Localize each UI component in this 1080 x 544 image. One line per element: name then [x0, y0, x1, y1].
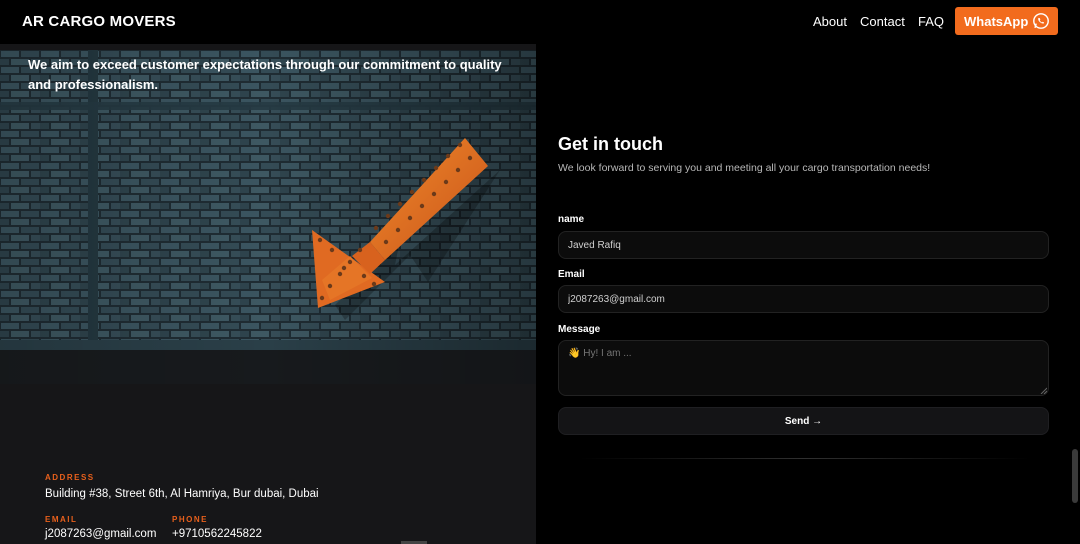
- whatsapp-button[interactable]: WhatsApp: [955, 7, 1058, 35]
- send-button[interactable]: Send →: [558, 407, 1049, 435]
- nav-about[interactable]: About: [813, 14, 847, 29]
- scrollbar[interactable]: [1072, 449, 1078, 503]
- email-field-label: Email: [558, 269, 585, 280]
- top-navbar: AR CARGO MOVERS About Contact FAQ WhatsA…: [0, 0, 1080, 44]
- nav-contact[interactable]: Contact: [860, 14, 905, 29]
- nav-faq[interactable]: FAQ: [918, 14, 944, 29]
- phone-value[interactable]: +9710562245822: [172, 528, 262, 540]
- whatsapp-icon: [1033, 13, 1049, 29]
- email-label: EMAIL: [45, 515, 78, 524]
- hero-tagline: We aim to exceed customer expectations t…: [28, 57, 502, 92]
- address-label: ADDRESS: [45, 473, 95, 482]
- name-input[interactable]: [558, 231, 1049, 259]
- email-value[interactable]: j2087263@gmail.com: [45, 528, 156, 540]
- form-subtitle: We look forward to serving you and meeti…: [558, 162, 931, 174]
- name-label: name: [558, 214, 585, 225]
- phone-label: PHONE: [172, 515, 208, 524]
- hero-image: [0, 50, 536, 384]
- message-textarea[interactable]: [558, 340, 1049, 396]
- address-value: Building #38, Street 6th, Al Hamriya, Bu…: [45, 488, 319, 500]
- form-title: Get in touch: [558, 134, 663, 154]
- divider: [580, 458, 1030, 459]
- resize-grip-icon[interactable]: [1040, 387, 1047, 394]
- arrow-sign-image: [0, 50, 536, 384]
- brand-logo[interactable]: AR CARGO MOVERS: [22, 13, 176, 30]
- whatsapp-label: WhatsApp: [964, 13, 1029, 29]
- message-label: Message: [558, 324, 601, 335]
- left-panel: We aim to exceed customer expectations t…: [0, 0, 536, 544]
- email-input[interactable]: [558, 285, 1049, 313]
